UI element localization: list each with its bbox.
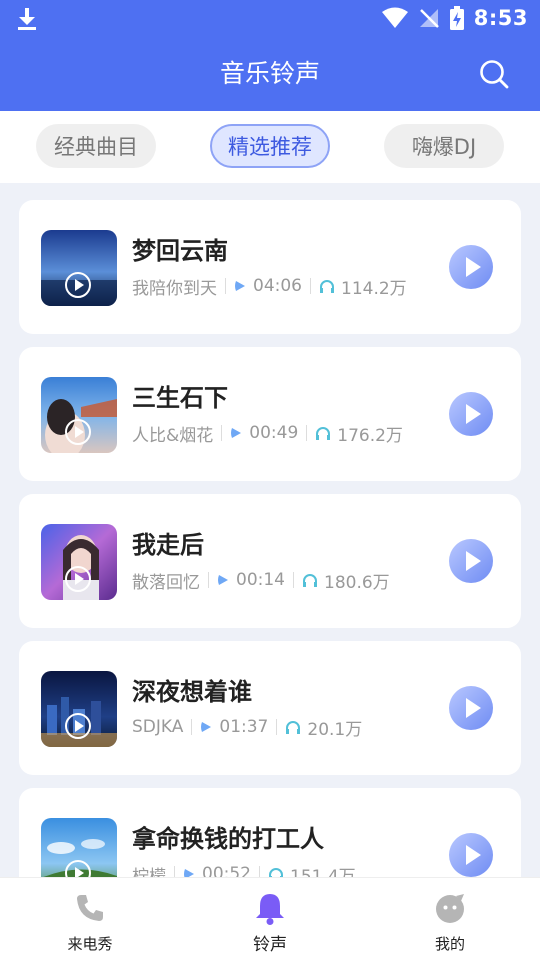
song-cover xyxy=(41,377,117,453)
song-title: 深夜想着谁 xyxy=(132,678,252,706)
song-artist: SDJKA xyxy=(132,717,184,737)
play-button[interactable] xyxy=(449,245,493,289)
headphones-icon xyxy=(303,574,317,587)
song-meta: SDJKA 01:37 20.1万 xyxy=(132,715,363,740)
song-plays: 20.1万 xyxy=(307,719,363,740)
profile-face-icon xyxy=(436,894,464,923)
bell-icon xyxy=(256,894,284,925)
battery-charging-icon xyxy=(449,6,464,30)
tab-featured[interactable]: 精选推荐 xyxy=(210,124,330,168)
status-time: 8:53 xyxy=(473,6,528,30)
phone-icon xyxy=(77,895,103,921)
play-button[interactable] xyxy=(449,392,493,436)
song-artist: 散落回忆 xyxy=(132,572,200,593)
play-circle-icon xyxy=(65,713,91,739)
song-meta: 柠檬 00:52 151.4万 xyxy=(132,862,356,877)
song-title: 三生石下 xyxy=(132,384,228,412)
wifi-icon xyxy=(381,7,408,28)
song-cover xyxy=(41,524,117,600)
headphones-icon xyxy=(316,427,331,440)
song-duration: 04:06 xyxy=(253,276,302,296)
song-plays: 114.2万 xyxy=(341,278,407,299)
song-card[interactable]: 拿命换钱的打工人 柠檬 00:52 151.4万 xyxy=(19,788,521,877)
duration-icon xyxy=(235,281,245,291)
song-cover xyxy=(41,230,117,306)
song-title: 梦回云南 xyxy=(132,237,228,265)
nav-label: 铃声 xyxy=(253,935,287,955)
page-title: 音乐铃声 xyxy=(219,59,320,88)
song-meta: 人比&烟花 00:49 176.2万 xyxy=(132,421,403,446)
play-button[interactable] xyxy=(449,686,493,730)
song-card[interactable]: 我走后 散落回忆 00:14 180.6万 xyxy=(19,494,521,628)
song-card[interactable]: 梦回云南 我陪你到天 04:06 114.2万 xyxy=(19,200,521,334)
play-circle-icon xyxy=(65,566,91,592)
song-meta: 散落回忆 00:14 180.6万 xyxy=(132,568,390,593)
headphones-icon xyxy=(286,721,301,734)
song-title: 拿命换钱的打工人 xyxy=(132,825,324,853)
duration-icon xyxy=(184,869,194,877)
song-artist: 柠檬 xyxy=(132,866,166,878)
duration-icon xyxy=(218,575,228,585)
song-artist: 我陪你到天 xyxy=(132,278,217,299)
song-plays: 151.4万 xyxy=(290,866,356,878)
song-artist: 人比&烟花 xyxy=(132,425,214,446)
bottom-nav: 来电秀 铃声 我的 xyxy=(0,877,540,961)
play-circle-icon xyxy=(65,272,91,298)
song-plays: 176.2万 xyxy=(337,425,403,446)
song-title: 我走后 xyxy=(132,531,204,559)
song-duration: 00:49 xyxy=(249,423,299,443)
status-bar: 8:53 xyxy=(0,0,540,36)
song-cover xyxy=(41,671,117,747)
song-list[interactable]: 梦回云南 我陪你到天 04:06 114.2万 三生石下 人比&烟花 00:49… xyxy=(0,183,540,877)
song-meta: 我陪你到天 04:06 114.2万 xyxy=(132,274,407,299)
song-duration: 00:14 xyxy=(236,570,285,590)
song-duration: 00:52 xyxy=(202,864,251,877)
song-card[interactable]: 深夜想着谁 SDJKA 01:37 20.1万 xyxy=(19,641,521,775)
play-button[interactable] xyxy=(449,539,493,583)
duration-icon xyxy=(231,428,242,438)
app-header: 音乐铃声 xyxy=(0,36,540,111)
download-icon xyxy=(18,8,36,30)
duration-icon xyxy=(201,722,212,732)
play-circle-icon xyxy=(65,419,91,445)
tab-classic[interactable]: 经典曲目 xyxy=(36,124,156,168)
song-card[interactable]: 三生石下 人比&烟花 00:49 176.2万 xyxy=(19,347,521,481)
search-icon[interactable] xyxy=(478,58,510,90)
nav-ringtone[interactable]: 铃声 xyxy=(210,878,330,961)
play-button[interactable] xyxy=(449,833,493,877)
tab-dj[interactable]: 嗨爆DJ xyxy=(384,124,504,168)
no-signal-icon xyxy=(419,9,439,28)
category-tabs: 经典曲目 精选推荐 嗨爆DJ xyxy=(0,111,540,183)
song-cover xyxy=(41,818,117,877)
headphones-icon xyxy=(269,868,283,877)
nav-label: 我的 xyxy=(434,935,465,953)
nav-label: 来电秀 xyxy=(67,935,113,953)
headphones-icon xyxy=(320,280,334,293)
nav-call-show[interactable]: 来电秀 xyxy=(30,878,150,961)
nav-profile[interactable]: 我的 xyxy=(390,878,510,961)
song-duration: 01:37 xyxy=(219,717,269,737)
song-plays: 180.6万 xyxy=(324,572,390,593)
